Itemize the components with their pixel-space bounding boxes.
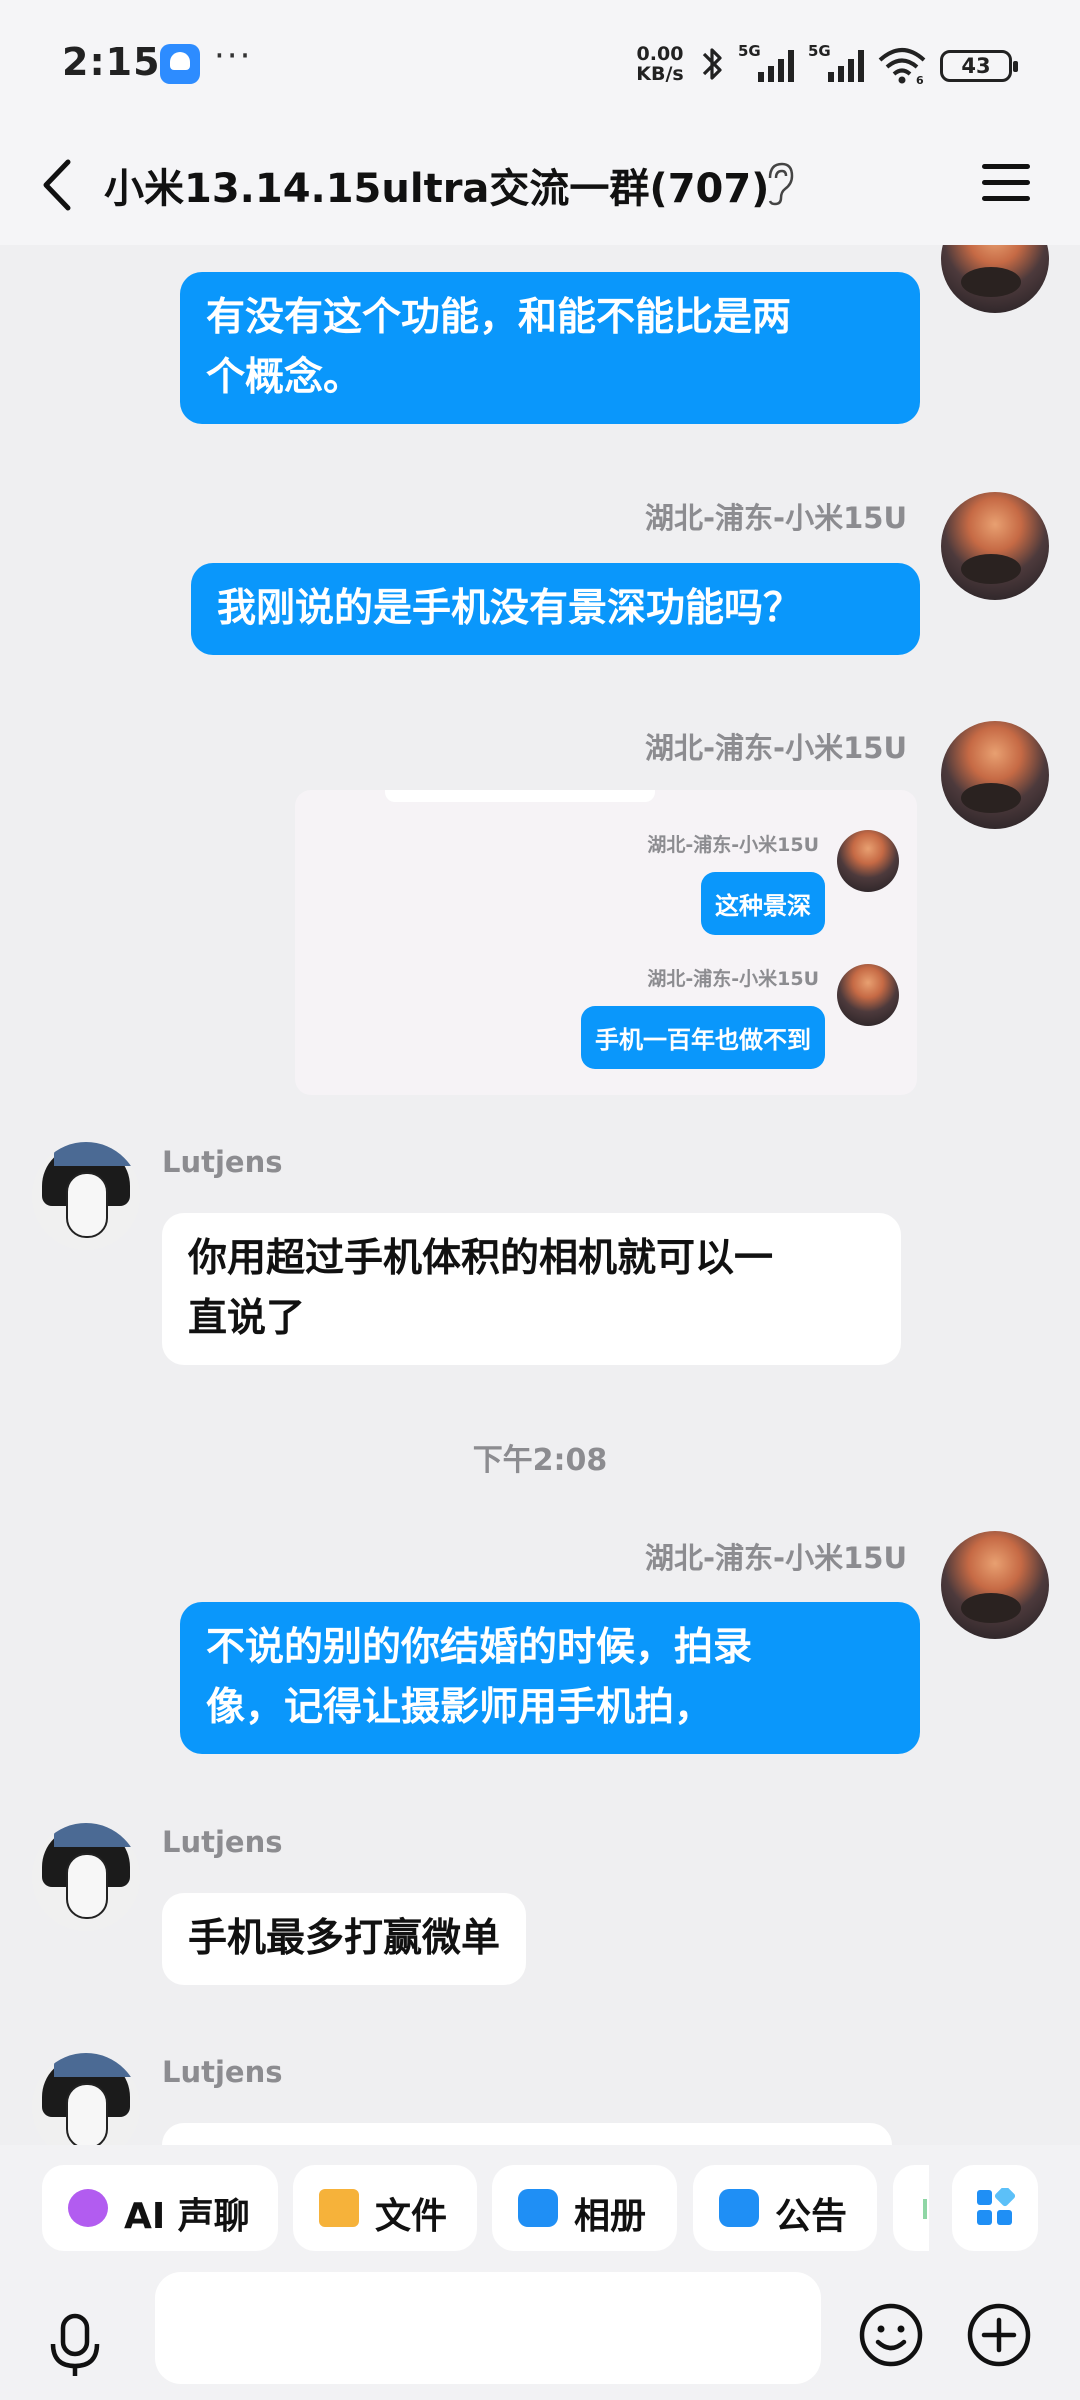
quick-action-bar: AI 声聊 文件 相册 公告 <box>0 2145 1080 2270</box>
message-text-line: 你用超过手机体积的相机就可以一 <box>188 1236 774 1281</box>
message-text: 手机最多打赢微单 <box>188 1916 501 1961</box>
sender-name: 湖北-浦东-小米15U <box>645 731 907 765</box>
sender-name: Lutjens <box>162 1145 283 1179</box>
quick-action-label: 文件 <box>375 2196 448 2237</box>
folder-icon <box>319 2189 359 2227</box>
message-timestamp: 下午2:08 <box>472 1443 608 1478</box>
message-text: 我刚说的是手机没有景深功能吗？ <box>217 586 803 631</box>
message-text-line: 不说的别的你结婚的时候，拍录 <box>206 1625 753 1670</box>
message-bubble[interactable]: 手机最多打赢微单 <box>162 1893 527 1985</box>
back-arrow-icon[interactable] <box>32 150 92 220</box>
avatar[interactable] <box>32 1142 140 1250</box>
message-text-line: 像，记得让摄影师用手机拍， <box>206 1685 714 1730</box>
album-button[interactable]: 相册 <box>492 2165 677 2251</box>
sender-name: Lutjens <box>162 2055 283 2089</box>
emoji-icon[interactable] <box>858 2302 924 2368</box>
battery-indicator: 43 <box>940 50 1018 82</box>
quote-avatar <box>837 964 899 1026</box>
album-icon <box>518 2189 558 2227</box>
message-bubble[interactable]: 你用超过手机体积的相机就可以一 直说了 <box>162 1213 901 1365</box>
network-speed-value: 0.00 <box>636 43 684 65</box>
message-input[interactable] <box>155 2272 821 2384</box>
message-bubble[interactable]: 有没有这个功能，和能不能比是两 个概念。 <box>180 272 920 424</box>
message-input-bar <box>0 2270 1080 2400</box>
apps-grid-icon <box>977 2188 1015 2225</box>
message-bubble[interactable]: 不说的别的你结婚的时候，拍录 像，记得让摄影师用手机拍， <box>180 1602 920 1754</box>
ai-voice-icon <box>68 2189 108 2227</box>
quick-action-label: AI 声聊 <box>124 2196 250 2237</box>
wifi-icon: 6 <box>878 48 926 86</box>
ear-icon[interactable] <box>762 160 796 208</box>
chat-header: 小米13.14.15ultra交流一群(707) <box>0 130 1080 245</box>
quote-avatar <box>837 830 899 892</box>
status-bar: 2:15 ··· 0.00 KB/s 5G 5G 6 43 <box>0 0 1080 130</box>
file-button[interactable]: 文件 <box>293 2165 477 2251</box>
message-text-line: 直说了 <box>188 1296 306 1341</box>
avatar[interactable] <box>941 245 1049 313</box>
quote-sender-name: 湖北-浦东-小米15U <box>647 968 819 990</box>
cell-signal-2-label: 5G <box>808 42 831 60</box>
group-title[interactable]: 小米13.14.15ultra交流一群(707) <box>104 156 769 214</box>
microphone-icon[interactable] <box>40 2310 110 2380</box>
app-notification-icon <box>160 44 200 84</box>
wifi-label: 6 <box>916 74 924 86</box>
status-time: 2:15 <box>62 40 161 84</box>
network-speed: 0.00 KB/s <box>632 44 688 84</box>
network-speed-unit: KB/s <box>636 63 684 85</box>
avatar[interactable] <box>32 2053 140 2145</box>
more-notifications-icon: ··· <box>214 36 253 76</box>
partial-chip-icon <box>923 2199 927 2219</box>
cell-signal-2-icon: 5G <box>808 42 864 82</box>
add-icon[interactable] <box>966 2302 1032 2368</box>
sender-name: 湖北-浦东-小米15U <box>645 1541 907 1575</box>
message-text-line: 个概念。 <box>206 355 363 400</box>
bluetooth-icon <box>702 48 722 80</box>
message-text-line: 有没有这个功能，和能不能比是两 <box>206 295 792 340</box>
sender-name: 湖北-浦东-小米15U <box>645 501 907 535</box>
avatar[interactable] <box>941 492 1049 600</box>
menu-icon[interactable] <box>976 152 1036 212</box>
apps-grid-button[interactable] <box>952 2165 1038 2251</box>
cell-signal-1-icon: 5G <box>738 42 794 82</box>
quick-action-label: 相册 <box>574 2196 647 2237</box>
announcement-icon <box>719 2189 759 2227</box>
chat-scroll-area[interactable]: 有没有这个功能，和能不能比是两 个概念。 湖北-浦东-小米15U 我刚说的是手机… <box>0 245 1080 2145</box>
message-bubble[interactable] <box>162 2123 892 2145</box>
more-actions-partial-chip[interactable] <box>893 2165 929 2251</box>
cell-signal-1-label: 5G <box>738 42 761 60</box>
ai-voice-chat-button[interactable]: AI 声聊 <box>42 2165 278 2251</box>
quick-action-label: 公告 <box>775 2196 848 2237</box>
quote-message-bubble: 这种景深 <box>701 872 825 935</box>
forwarded-image-card[interactable]: 湖北-浦东-小米15U 这种景深 湖北-浦东-小米15U 手机一百年也做不到 <box>295 790 917 1095</box>
avatar[interactable] <box>32 1823 140 1931</box>
announcement-button[interactable]: 公告 <box>693 2165 877 2251</box>
sender-name: Lutjens <box>162 1825 283 1859</box>
quote-sender-name: 湖北-浦东-小米15U <box>647 834 819 856</box>
message-bubble[interactable]: 我刚说的是手机没有景深功能吗？ <box>191 563 920 655</box>
quote-card-top-edge <box>385 790 655 802</box>
avatar[interactable] <box>941 721 1049 829</box>
quote-message-bubble: 手机一百年也做不到 <box>581 1006 825 1069</box>
avatar[interactable] <box>941 1531 1049 1639</box>
